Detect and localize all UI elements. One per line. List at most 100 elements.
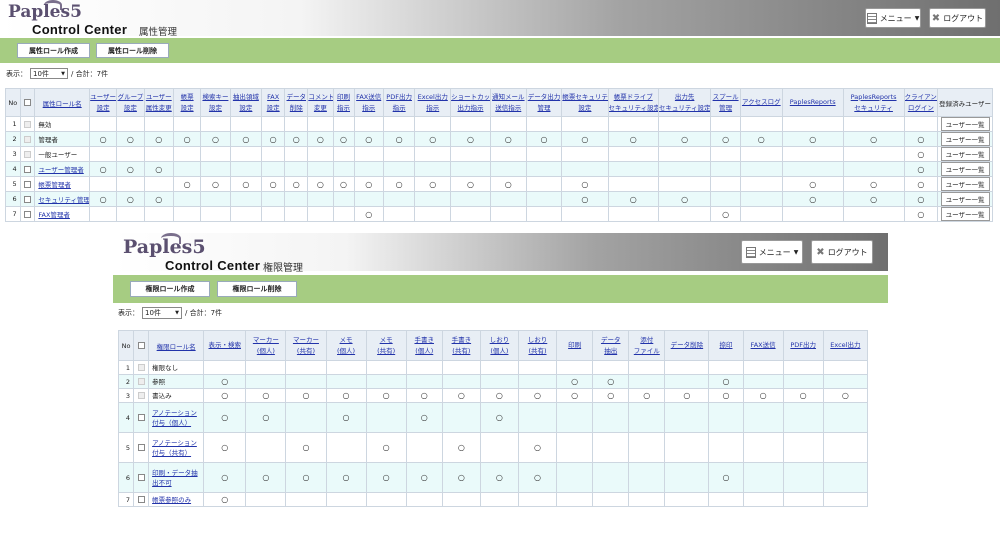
permission-header-line[interactable]: データ [594,335,628,346]
role-name-header[interactable]: 属性ロール名 [34,88,90,117]
permission-header[interactable]: PaplesReports セキュリティ [842,88,905,117]
permission-header-line[interactable]: 指示 [334,103,353,114]
permission-header-line[interactable]: 変更 [309,103,332,114]
permission-header[interactable]: PaplesReports [781,88,844,117]
row-checkbox[interactable] [24,210,32,218]
permission-header[interactable]: FAX 設定 [261,88,286,117]
permission-header[interactable]: グループ 設定 [116,88,145,117]
permission-header-line[interactable]: データ出力 [527,92,561,103]
role-name-sort-link[interactable]: 権限ロール名 [157,343,196,351]
permission-header-line[interactable]: PDF出力 [784,340,822,351]
permission-header-line[interactable]: 管理 [527,103,561,114]
permission-header[interactable]: Excel出力 指示 [414,88,452,117]
permission-header[interactable]: アクセスログ [739,88,783,117]
permission-header-line[interactable]: セキュリティ設定 [609,103,657,114]
permission-header[interactable]: 手書き (個人) [405,330,443,361]
user-list-button[interactable]: ユーザー一覧 [940,132,990,146]
permission-header-line[interactable]: 手書き [407,335,441,346]
permission-header-line[interactable]: アクセスログ [741,97,781,108]
role-name[interactable]: 印刷・データ抽出不可 [152,469,198,487]
permission-header-line[interactable]: 設定 [174,103,199,114]
row-checkbox[interactable] [137,496,145,503]
permission-header-line[interactable]: PDF出力 [384,92,413,103]
permission-header-line[interactable]: 検索キー [202,92,229,103]
permission-header[interactable]: 帳票セキュリティ設定 [561,88,609,117]
user-list-button[interactable]: ユーザー一覧 [940,117,990,131]
permission-header-line[interactable]: しおり [519,335,555,346]
permission-header-line[interactable]: (共有) [287,346,325,357]
role-name[interactable]: 帳票管理者 [38,181,71,189]
permission-header-line[interactable]: 通知メール [491,92,525,103]
permission-header[interactable]: PDF出力 [782,330,824,361]
permission-header[interactable]: PDF出力 指示 [382,88,416,117]
permission-header[interactable]: データ削除 [284,88,309,117]
permission-header[interactable]: 検索キー 設定 [200,88,231,117]
row-checkbox[interactable] [137,444,145,451]
permission-header-line[interactable]: データ [286,92,307,103]
logout-button[interactable]: ✖ ログアウト [929,8,986,28]
permission-header[interactable]: ユーザー 属性変更 [143,88,174,117]
permission-header-line[interactable]: マーカー [247,335,285,346]
permission-header-line[interactable]: 削除 [286,103,307,114]
permission-header[interactable]: スプール 管理 [710,88,741,117]
permission-header-line[interactable]: (個人) [247,346,285,357]
permission-header-line[interactable]: 帳票ドライブ [609,92,657,103]
permission-header[interactable]: しおり (個人) [479,330,519,361]
role-name[interactable]: 帳票参照のみ [152,496,191,504]
row-checkbox[interactable] [24,165,32,173]
permission-header[interactable]: 印刷 [556,330,594,361]
permission-header[interactable]: メモ (個人) [325,330,367,361]
permission-header-line[interactable]: (共有) [443,346,479,357]
user-list-button[interactable]: ユーザー一覧 [940,177,990,191]
user-list-button[interactable]: ユーザー一覧 [940,192,990,206]
permission-header[interactable]: コメント 変更 [307,88,334,117]
permission-header[interactable]: 帳票ドライブ セキュリティ設定 [607,88,659,117]
select-all-checkbox[interactable] [24,99,32,106]
permission-header-line[interactable]: メモ [327,335,365,346]
permission-header-line[interactable]: Excel出力 [824,340,866,351]
create-role-button[interactable]: 権限ロール作成 [130,281,210,297]
row-checkbox[interactable] [137,414,145,421]
permission-header[interactable]: データ出力 管理 [525,88,563,117]
menu-button[interactable]: メニュー ▼ [741,240,803,264]
permission-header-line[interactable]: 出力指示 [452,103,490,114]
permission-header-line[interactable]: 捺印 [710,340,742,351]
permission-header-line[interactable]: 出力先 [659,92,709,103]
permission-header-line[interactable]: FAX送信 [355,92,382,103]
permission-header-line[interactable]: 属性変更 [145,103,172,114]
permission-header-line[interactable]: (個人) [407,346,441,357]
permission-header[interactable]: クライアントログイン [903,88,939,117]
permission-header[interactable]: ユーザー 設定 [88,88,118,117]
permission-header[interactable]: 表示・検索 [203,330,247,361]
role-name-header[interactable]: 権限ロール名 [148,330,205,361]
user-list-button[interactable]: ユーザー一覧 [940,147,990,161]
permission-header[interactable]: 捺印 [708,330,744,361]
permission-header-line[interactable]: 管理 [712,103,739,114]
permission-header-line[interactable]: ユーザー [90,92,115,103]
permission-header-line[interactable]: 手書き [443,335,479,346]
permission-header-line[interactable]: セキュリティ設定 [659,103,709,114]
menu-button[interactable]: メニュー ▼ [865,8,921,28]
permission-header-line[interactable]: 印刷 [558,340,592,351]
permission-header[interactable]: 抽出領域 設定 [229,88,263,117]
permission-header-line[interactable]: 帳票セキュリティ [563,92,607,103]
role-name[interactable]: FAX管理者 [38,211,70,219]
permission-header-line[interactable]: 表示・検索 [205,340,245,351]
permission-header-line[interactable]: (個人) [327,346,365,357]
permission-header-line[interactable]: PaplesReports [783,97,842,108]
permission-header-line[interactable]: しおり [481,335,517,346]
permission-header-line[interactable]: PaplesReports [844,92,903,103]
row-checkbox[interactable] [137,474,145,481]
permission-header-line[interactable]: 設定 [231,103,260,114]
permission-header-line[interactable]: 設定 [563,103,607,114]
logout-button[interactable]: ✖ ログアウト [811,240,873,264]
permission-header[interactable]: マーカー (個人) [245,330,287,361]
permission-header-line[interactable]: ログイン [905,103,937,114]
user-list-button[interactable]: ユーザー一覧 [940,207,990,221]
delete-role-button[interactable]: 属性ロール削除 [96,43,169,58]
delete-role-button[interactable]: 権限ロール削除 [217,281,297,297]
create-role-button[interactable]: 属性ロール作成 [17,43,90,58]
permission-header-line[interactable]: 設定 [118,103,143,114]
permission-header[interactable]: データ 抽出 [592,330,630,361]
permission-header[interactable]: 帳票 設定 [172,88,202,117]
